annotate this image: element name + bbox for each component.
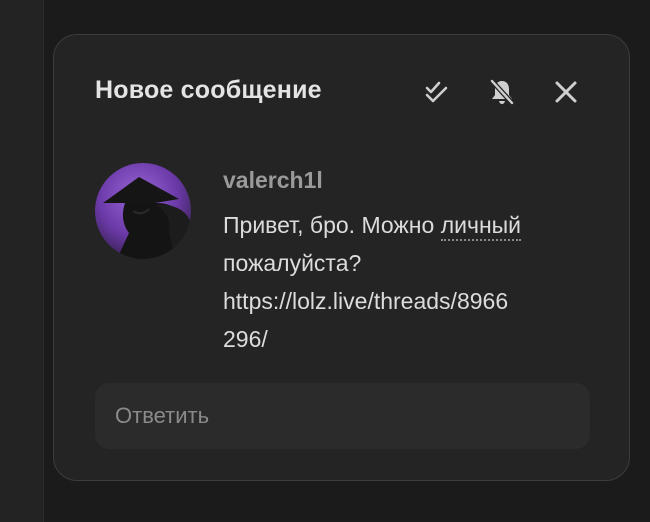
message-link-part-2[interactable]: 296/ — [223, 320, 593, 358]
bell-off-icon — [488, 78, 516, 106]
close-icon — [553, 79, 579, 105]
popup-title: Новое сообщение — [95, 76, 322, 104]
mute-button[interactable] — [487, 77, 517, 107]
double-check-icon — [425, 79, 451, 105]
message-line-2: пожалуйста? — [223, 250, 362, 276]
user-avatar[interactable] — [95, 163, 191, 259]
notification-popup: Новое сообщение valerch1l Привет, бро. М… — [53, 34, 630, 481]
message-link-part-1[interactable]: https://lolz.live/threads/8966 — [223, 282, 593, 320]
reply-input[interactable]: Ответить — [95, 383, 590, 449]
message-username[interactable]: valerch1l — [223, 167, 323, 194]
reply-placeholder: Ответить — [115, 403, 210, 428]
message-line-1: Привет, бро. Можно личный — [223, 206, 593, 244]
close-button[interactable] — [551, 77, 581, 107]
left-sidebar-strip — [0, 0, 44, 522]
message-line-1-text: Привет, бро. Можно — [223, 212, 441, 238]
message-text: Привет, бро. Можно личный пожалуйста? ht… — [223, 206, 593, 358]
page: Новое сообщение valerch1l Привет, бро. М… — [0, 0, 650, 522]
mark-read-button[interactable] — [423, 77, 453, 107]
message-inline-term[interactable]: личный — [440, 212, 522, 241]
